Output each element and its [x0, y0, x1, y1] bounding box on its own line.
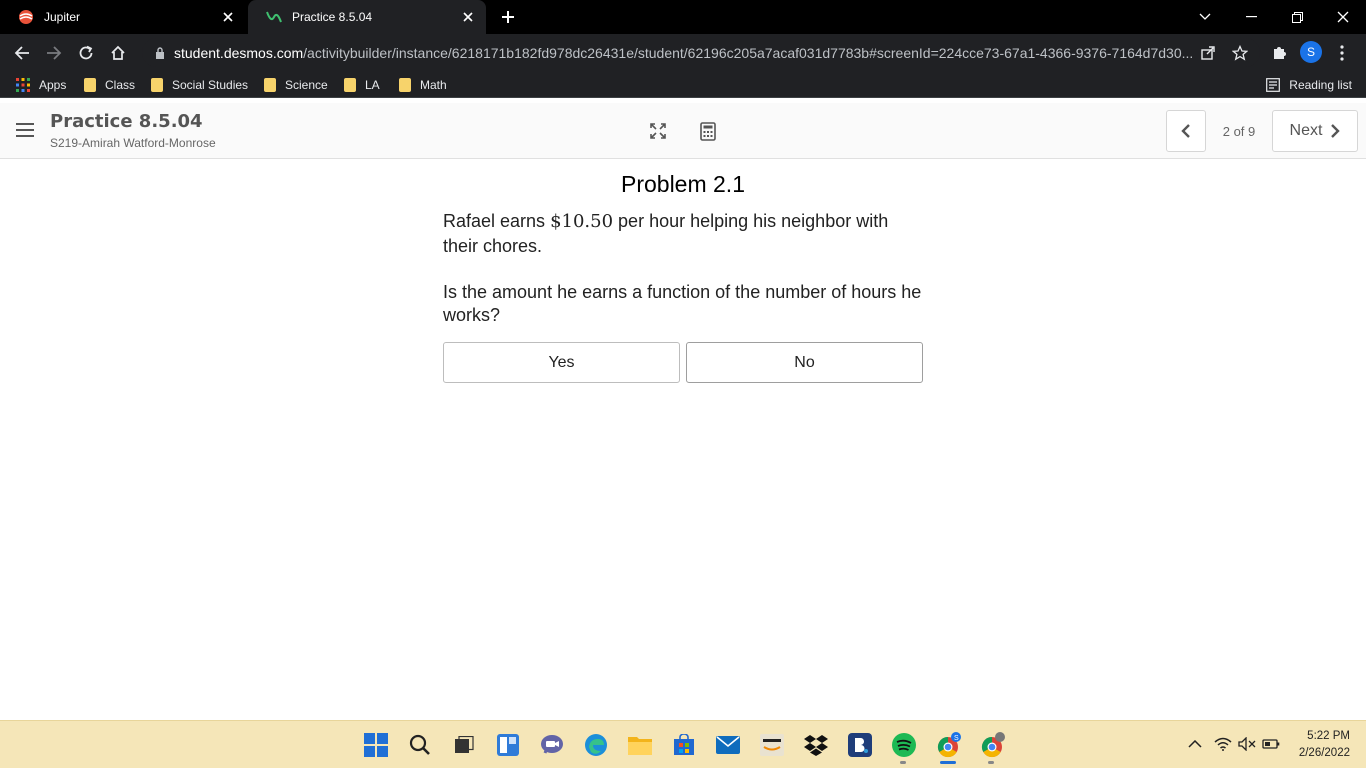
chevron-up-icon[interactable]	[1186, 735, 1204, 753]
reading-list-icon	[1266, 78, 1281, 92]
hourly-amount: $10.50	[550, 211, 614, 232]
amazon-icon[interactable]	[759, 732, 785, 758]
bookmark-class[interactable]: Class	[84, 76, 135, 94]
clock-date: 2/26/2022	[1298, 747, 1350, 759]
windows-taskbar: S 5:22 PM 2/26/2022	[0, 720, 1366, 768]
bookmark-label: Social Studies	[172, 78, 249, 92]
running-app-indicator	[900, 761, 906, 764]
problem-title: Problem 2.1	[620, 171, 745, 197]
bookmark-label: Math	[420, 78, 447, 92]
tab-title: Jupiter	[44, 10, 81, 24]
bookmark-label: Class	[105, 78, 136, 92]
bookmark-label: LA	[365, 78, 380, 92]
dropbox-icon[interactable]	[803, 732, 829, 758]
folder-icon	[344, 78, 356, 92]
desmos-favicon-icon	[266, 9, 282, 25]
address-bar[interactable]: student.desmos.com/activitybuilder/insta…	[142, 38, 1260, 67]
screen-counter: 2 of 9	[1222, 124, 1256, 139]
microsoft-store-icon[interactable]	[671, 732, 697, 758]
mail-icon[interactable]	[715, 732, 741, 758]
chrome-profile-icon[interactable]: S	[935, 732, 961, 758]
close-window-icon[interactable]	[1320, 0, 1366, 34]
previous-screen-button[interactable]	[1166, 110, 1206, 152]
volume-muted-icon[interactable]	[1238, 735, 1256, 753]
bookmark-apps[interactable]: Apps	[16, 76, 66, 94]
booking-icon[interactable]	[847, 732, 873, 758]
activity-header: Practice 8.5.04 S219-Amirah Watford-Monr…	[0, 103, 1366, 159]
student-name: S219-Amirah Watford-Monrose	[50, 136, 216, 150]
tab-search-icon[interactable]	[1182, 0, 1228, 34]
close-tab-icon[interactable]	[220, 9, 236, 25]
chevron-right-icon	[1331, 124, 1341, 138]
clock-time: 5:22 PM	[1307, 730, 1350, 742]
chrome-icon[interactable]	[979, 732, 1005, 758]
battery-icon[interactable]	[1262, 735, 1280, 753]
reading-list-button[interactable]: Reading list	[1266, 76, 1352, 94]
jupiter-favicon-icon	[18, 9, 34, 25]
bookmark-la[interactable]: LA	[344, 76, 380, 94]
problem-question: Is the amount he earns a function of the…	[443, 282, 922, 325]
profile-avatar[interactable]: S	[1300, 41, 1322, 63]
home-icon[interactable]	[106, 41, 130, 65]
menu-hamburger-icon[interactable]	[16, 123, 34, 139]
more-menu-icon[interactable]	[1330, 41, 1354, 65]
windows-start-icon[interactable]	[363, 732, 389, 758]
share-icon[interactable]	[1196, 41, 1220, 65]
browser-tab-strip: Jupiter Practice 8.5.04	[0, 0, 1366, 34]
new-tab-icon[interactable]	[498, 7, 518, 27]
folder-icon	[151, 78, 163, 92]
forward-icon[interactable]	[42, 41, 66, 65]
tab-title: Practice 8.5.04	[292, 10, 373, 24]
next-label: Next	[1289, 122, 1323, 139]
teams-chat-icon[interactable]	[539, 732, 565, 758]
system-clock[interactable]: 5:22 PM 2/26/2022	[1280, 728, 1350, 762]
active-app-indicator	[940, 761, 956, 764]
file-explorer-icon[interactable]	[627, 732, 653, 758]
choice-yes-button[interactable]: Yes	[443, 342, 680, 383]
url-host: student.desmos.com	[174, 44, 304, 61]
url-path: /activitybuilder/instance/6218171b182fd9…	[303, 44, 1194, 61]
restore-icon[interactable]	[1274, 0, 1320, 34]
back-icon[interactable]	[10, 41, 34, 65]
bookmark-math[interactable]: Math	[399, 76, 447, 94]
spotify-icon[interactable]	[891, 732, 917, 758]
close-tab-icon[interactable]	[460, 9, 476, 25]
bookmark-science[interactable]: Science	[264, 76, 328, 94]
minimize-icon[interactable]	[1228, 0, 1274, 34]
bookmark-star-icon[interactable]	[1228, 41, 1252, 65]
tab-jupiter[interactable]: Jupiter	[0, 0, 246, 34]
bookmark-label: Science	[285, 78, 328, 92]
folder-icon	[399, 78, 411, 92]
reload-icon[interactable]	[74, 41, 98, 65]
edge-browser-icon[interactable]	[583, 732, 609, 758]
running-app-indicator	[988, 761, 994, 764]
task-view-icon[interactable]	[451, 732, 477, 758]
reading-list-label: Reading list	[1289, 78, 1352, 92]
folder-icon	[84, 78, 96, 92]
fullscreen-icon[interactable]	[647, 120, 669, 142]
choice-no-button[interactable]: No	[686, 342, 923, 383]
chevron-left-icon	[1181, 124, 1190, 138]
bookmark-social-studies[interactable]: Social Studies	[151, 76, 248, 94]
lock-icon[interactable]	[152, 46, 168, 59]
bookmarks-bar: Apps Class Social Studies Science LA Mat…	[0, 71, 1366, 98]
url-text: student.desmos.com/activitybuilder/insta…	[174, 45, 1260, 61]
folder-icon	[264, 78, 276, 92]
tab-practice[interactable]: Practice 8.5.04	[248, 0, 486, 34]
apps-grid-icon	[16, 78, 30, 92]
next-screen-button[interactable]: Next	[1272, 110, 1358, 152]
browser-toolbar: student.desmos.com/activitybuilder/insta…	[0, 34, 1366, 71]
activity-title: Practice 8.5.04	[50, 111, 203, 132]
search-icon[interactable]	[407, 732, 433, 758]
svg-text:S: S	[954, 735, 959, 742]
problem-statement: Rafael earns $10.50 per hour helping his…	[443, 209, 923, 259]
wifi-icon[interactable]	[1214, 735, 1232, 753]
calculator-icon[interactable]	[697, 120, 719, 142]
widgets-icon[interactable]	[495, 732, 521, 758]
extensions-puzzle-icon[interactable]	[1267, 41, 1291, 65]
statement-text-start: Rafael earns	[443, 211, 551, 231]
bookmark-label: Apps	[39, 78, 67, 92]
